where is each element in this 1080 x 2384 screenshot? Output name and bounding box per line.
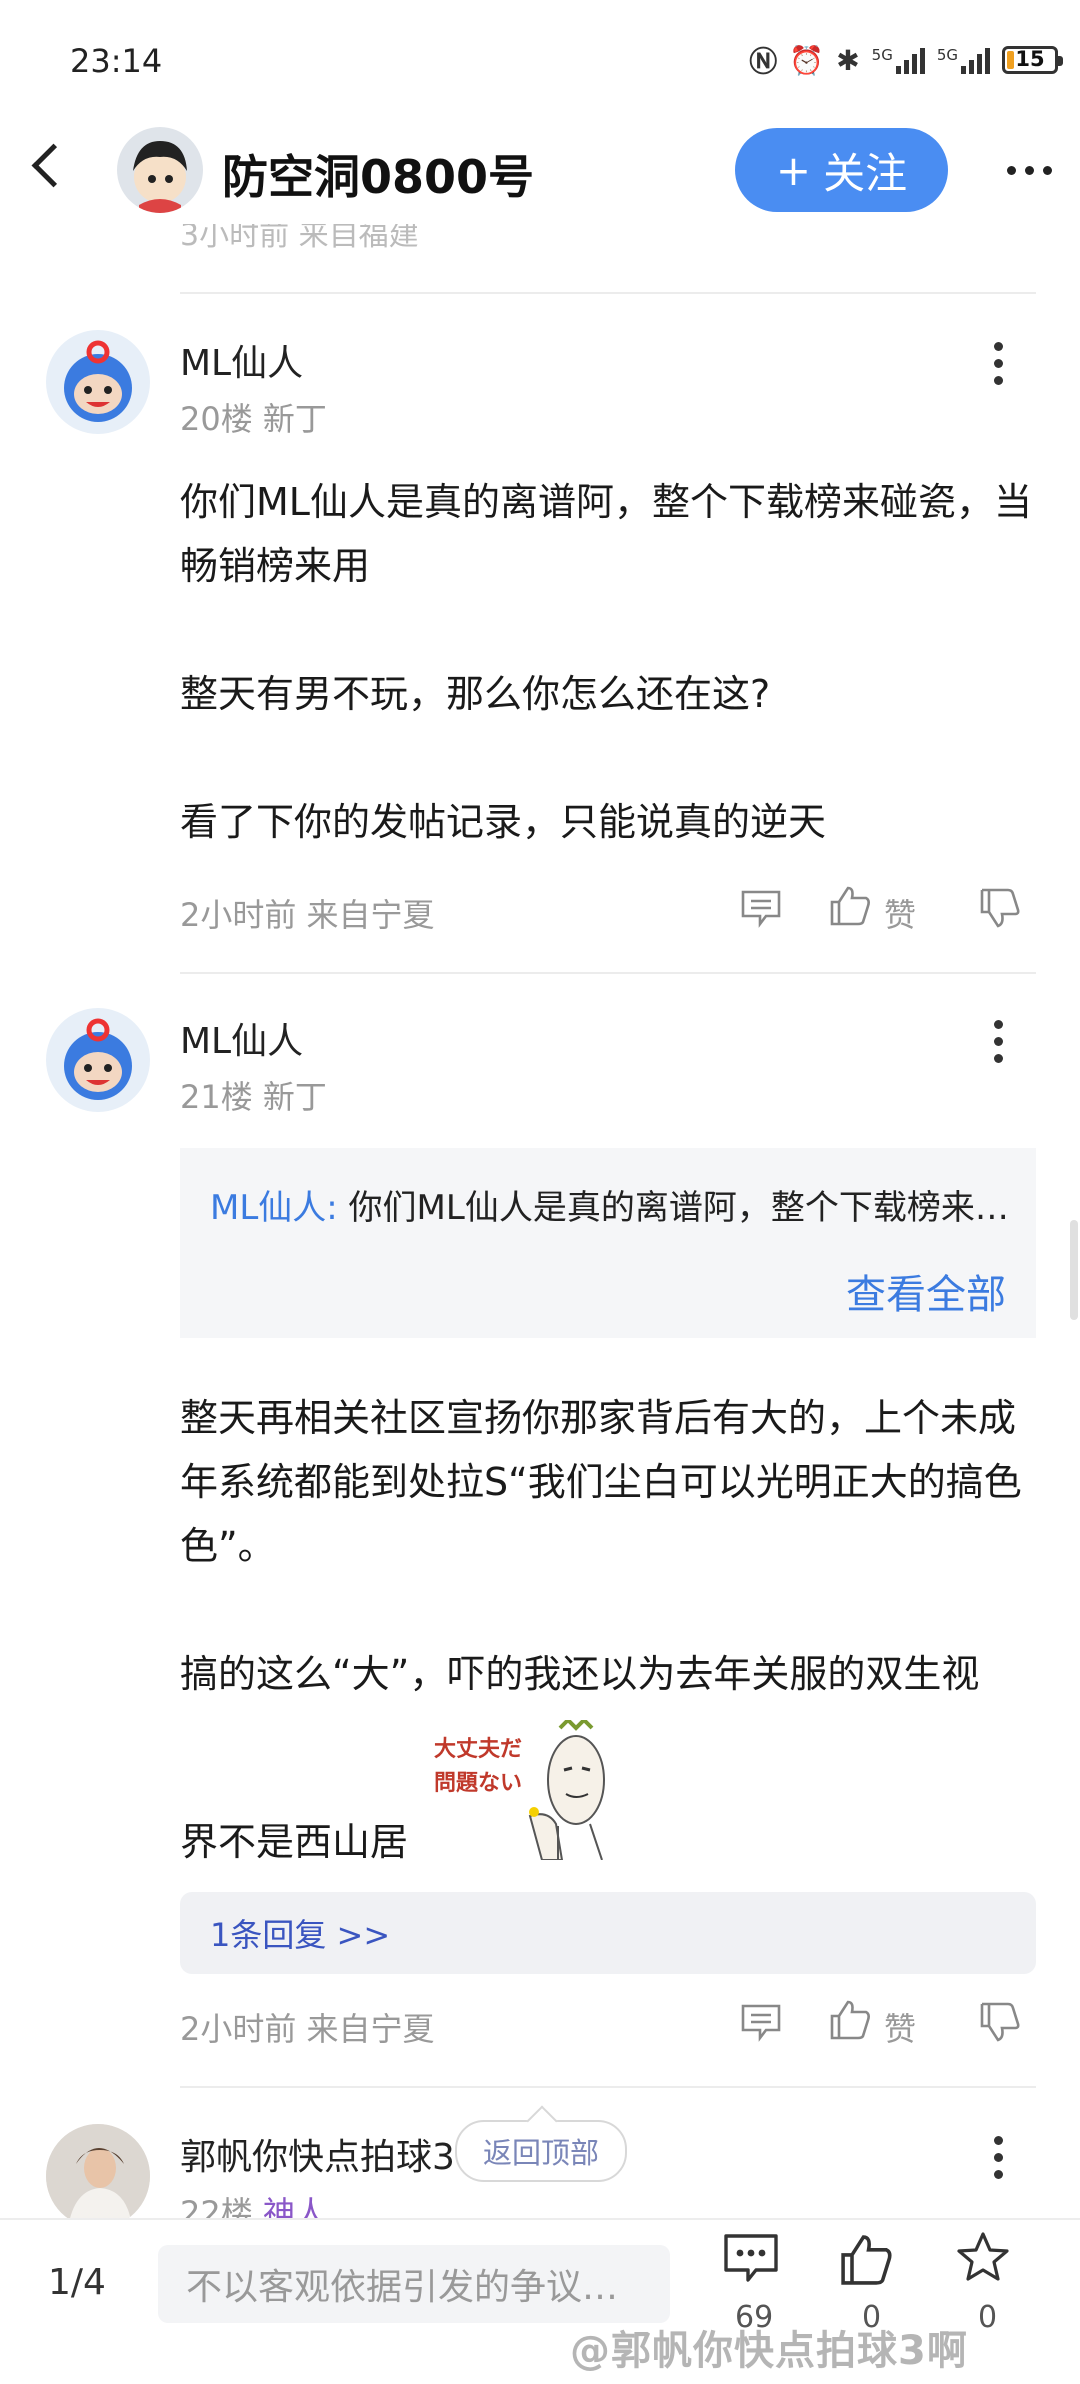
comment-location: 来自宁夏 <box>306 896 435 934</box>
like-icon[interactable] <box>828 1998 872 2042</box>
comment-body-paragraph: 你们ML仙人是真的离谱阿，整个下载榜来碰瓷，当畅销榜来用 <box>180 480 1032 588</box>
status-time: 23:14 <box>70 42 163 80</box>
comment-username[interactable]: ML仙人 <box>180 334 303 386</box>
avatar[interactable] <box>117 127 203 213</box>
avatar[interactable] <box>46 2124 150 2228</box>
back-to-top-button[interactable]: 返回顶部 <box>455 2120 627 2182</box>
comment-meta: 2小时前 来自宁夏 <box>180 2004 435 2050</box>
comment-location: 来自宁夏 <box>306 2010 435 2048</box>
sticker-text-2: 問題ない <box>434 1771 522 1796</box>
sticker-image: 大丈夫だ 問題ない <box>430 1717 640 1861</box>
dislike-icon[interactable] <box>978 2000 1022 2044</box>
reply-icon[interactable] <box>740 2002 782 2042</box>
quote-content: 你们ML仙人是真的离谱阿，整个下载榜来碰瓷，当畅销榜来用 <box>348 1188 1010 1228</box>
battery-icon: 15 <box>1002 46 1063 74</box>
user-badge: 新丁 <box>262 1078 327 1116</box>
bluetooth-icon: ✱ <box>836 43 860 77</box>
battery-level: 15 <box>1015 47 1045 71</box>
like-icon[interactable] <box>838 2232 894 2292</box>
sticker-text-1: 大丈夫だ <box>434 1737 522 1762</box>
like-label[interactable]: 赞 <box>884 2004 916 2050</box>
comment-meta: 2小时前 来自宁夏 <box>180 890 435 936</box>
comment-username[interactable]: ML仙人 <box>180 1012 303 1064</box>
comment-body-paragraph: 搞的这么“大”，吓的我还以为去年关服的双生视 <box>180 1652 980 1696</box>
signal-icon: 5G <box>872 46 925 74</box>
comment-time: 2小时前 <box>180 896 297 934</box>
watermark: @郭帆你快点拍球3啊 <box>570 2328 968 2374</box>
comment-icon[interactable] <box>722 2232 780 2290</box>
comment-floor: 20楼 新丁 <box>180 394 327 440</box>
page-indicator[interactable]: 1/4 <box>48 2262 106 2303</box>
divider <box>180 972 1036 974</box>
back-arrow-icon[interactable] <box>31 143 76 188</box>
floor-number: 20楼 <box>180 400 253 438</box>
signal-icon-2: 5G <box>937 46 990 74</box>
network-label-2: 5G <box>936 46 958 64</box>
more-icon[interactable] <box>1007 166 1052 175</box>
nfc-icon: Ⓝ <box>749 45 778 78</box>
comment-floor: 21楼 新丁 <box>180 1072 327 1118</box>
comment-body-paragraph: 看了下你的发帖记录，只能说真的逆天 <box>180 800 827 844</box>
reply-icon[interactable] <box>740 888 782 928</box>
star-icon[interactable] <box>954 2230 1012 2290</box>
favorite-count: 0 <box>978 2300 998 2335</box>
network-label-1: 5G <box>871 46 893 64</box>
comment-more-icon[interactable] <box>994 2136 1003 2179</box>
replies-button[interactable]: 1条回复 >> <box>180 1892 1036 1974</box>
follow-label: 关注 <box>823 148 908 198</box>
comment-username[interactable]: 郭帆你快点拍球3 <box>180 2128 470 2180</box>
avatar[interactable] <box>46 330 150 434</box>
dislike-icon[interactable] <box>978 886 1022 930</box>
like-label[interactable]: 赞 <box>884 890 916 936</box>
divider <box>180 292 1036 294</box>
comment-time: 2小时前 <box>180 2010 297 2048</box>
like-icon[interactable] <box>828 884 872 928</box>
comment-input[interactable]: 不以客观依据引发的争议… <box>158 2245 670 2323</box>
comment-more-icon[interactable] <box>994 342 1003 385</box>
comment-body-paragraph: 整天有男不玩，那么你怎么还在这? <box>180 672 771 716</box>
quote-username[interactable]: ML仙人: <box>210 1188 338 1228</box>
comment-body-paragraph: 界不是西山居 <box>180 1820 409 1864</box>
comment-more-icon[interactable] <box>994 1020 1003 1063</box>
divider <box>180 2086 1036 2088</box>
floor-number: 21楼 <box>180 1078 253 1116</box>
scrollbar[interactable] <box>1070 1220 1078 1320</box>
alarm-icon: ⏰ <box>789 43 825 77</box>
comment-body-paragraph: 整天再相关社区宣扬你那家背后有大的，上个未成年系统都能到处拉S“我们尘白可以光明… <box>180 1396 1022 1568</box>
quote-text: ML仙人: 你们ML仙人是真的离谱阿，整个下载榜来碰瓷，当畅销榜来用 <box>210 1180 1010 1229</box>
page-title: 防空洞0800号 <box>222 150 535 204</box>
user-badge: 新丁 <box>262 400 327 438</box>
previous-comment-meta: 3小时前 来自福建 <box>180 218 419 253</box>
avatar[interactable] <box>46 1008 150 1112</box>
follow-button[interactable]: + 关注 <box>735 128 948 212</box>
status-icons: Ⓝ ⏰ ✱ 5G 5G 15 <box>749 40 1063 80</box>
view-all-link[interactable]: 查看全部 <box>846 1262 1006 1320</box>
plus-icon: + <box>775 145 812 195</box>
